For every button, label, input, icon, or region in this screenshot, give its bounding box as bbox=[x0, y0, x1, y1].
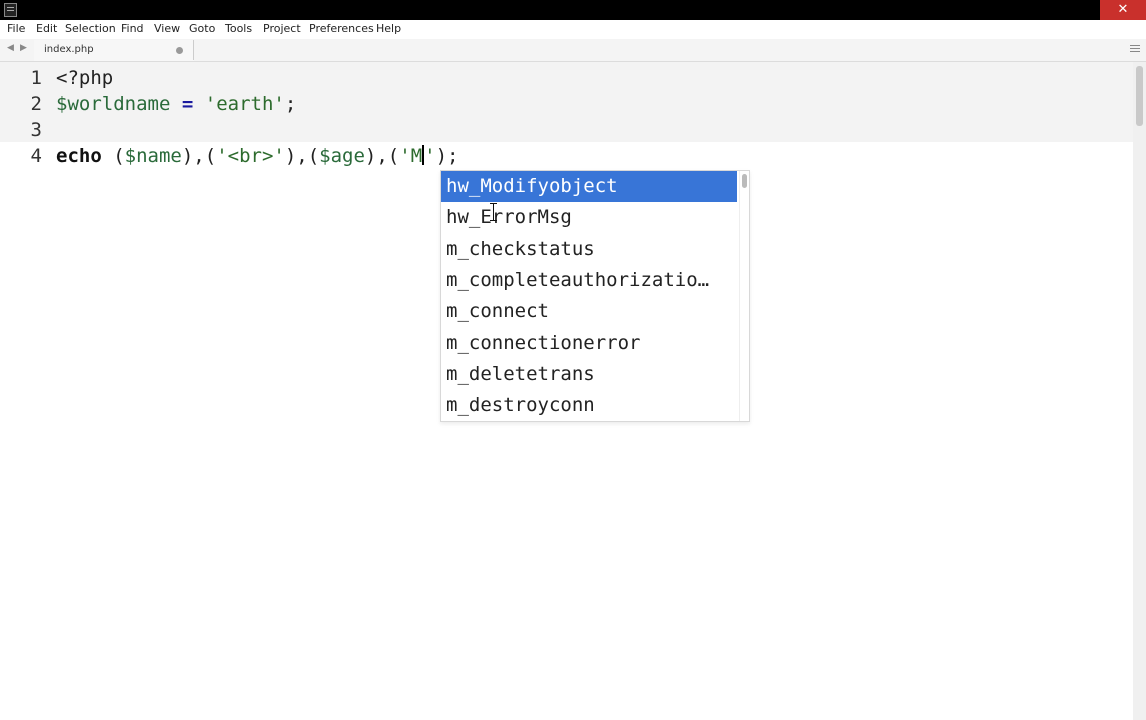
title-bar: ✕ bbox=[0, 0, 1146, 20]
menu-goto[interactable]: Goto bbox=[189, 22, 215, 35]
editor-scrollbar[interactable] bbox=[1133, 62, 1146, 720]
autocomplete-item[interactable]: m_checkstatus bbox=[441, 234, 737, 265]
line-number: 1 bbox=[30, 67, 42, 89]
code-text[interactable]: <?php bbox=[56, 65, 113, 91]
code-token: ),( bbox=[284, 145, 320, 167]
app-icon bbox=[4, 3, 17, 17]
line-number: 3 bbox=[30, 119, 42, 141]
code-token: echo bbox=[56, 145, 102, 167]
menu-project[interactable]: Project bbox=[263, 22, 301, 35]
tab-nav-left-icon[interactable]: ◀ bbox=[7, 43, 14, 53]
code-token: ( bbox=[101, 145, 125, 167]
autocomplete-popup[interactable]: hw_Modifyobject hw_ErrorMsg m_checkstatus m… bbox=[440, 170, 750, 422]
autocomplete-item[interactable]: m_completeauthorizatio… bbox=[441, 265, 737, 296]
autocomplete-scrollbar[interactable] bbox=[739, 171, 749, 421]
code-token: 'earth' bbox=[204, 93, 285, 115]
code-token: <?php bbox=[56, 67, 114, 89]
tab-bar: ◀ ▶ index.php bbox=[0, 39, 1146, 62]
code-line[interactable]: 3 bbox=[0, 117, 1133, 143]
autocomplete-item[interactable]: hw_Modifyobject bbox=[441, 171, 737, 202]
code-token: ); bbox=[435, 145, 459, 167]
autocomplete-item[interactable]: m_connect bbox=[441, 296, 737, 327]
menu-help[interactable]: Help bbox=[376, 22, 401, 35]
window-close-button[interactable]: ✕ bbox=[1100, 0, 1146, 20]
tab-index-php[interactable]: index.php bbox=[34, 40, 194, 61]
code-token: ),( bbox=[181, 145, 217, 167]
code-token: ' bbox=[424, 145, 436, 167]
menu-preferences[interactable]: Preferences bbox=[309, 22, 374, 35]
code-token: ),( bbox=[364, 145, 400, 167]
menu-edit[interactable]: Edit bbox=[36, 22, 57, 35]
menu-find[interactable]: Find bbox=[121, 22, 144, 35]
menu-file[interactable]: File bbox=[7, 22, 25, 35]
autocomplete-item[interactable]: m_deletetrans bbox=[441, 359, 737, 390]
code-line[interactable]: 4 echo ($name),('<br>'),($age),('M '); bbox=[0, 143, 1133, 169]
code-token: ; bbox=[284, 93, 297, 115]
autocomplete-scrollbar-thumb[interactable] bbox=[742, 174, 747, 188]
code-token: $worldname bbox=[56, 93, 171, 115]
editor-scrollbar-thumb[interactable] bbox=[1136, 66, 1143, 126]
tab-label: index.php bbox=[44, 44, 94, 55]
code-token: 'M bbox=[399, 145, 423, 167]
tab-divider bbox=[193, 40, 194, 60]
menu-tools[interactable]: Tools bbox=[225, 22, 252, 35]
panel-menu-icon[interactable] bbox=[1130, 45, 1140, 53]
line-number: 2 bbox=[30, 93, 42, 115]
code-line[interactable]: 1 <?php bbox=[0, 65, 1133, 91]
code-text[interactable]: echo ($name),('<br>'),($age),('M '); bbox=[56, 143, 458, 169]
code-line[interactable]: 2 $worldname = 'earth'; bbox=[0, 91, 1133, 117]
autocomplete-item[interactable]: m_destroyconn bbox=[441, 390, 737, 421]
menu-selection[interactable]: Selection bbox=[65, 22, 116, 35]
line-number: 4 bbox=[30, 145, 42, 167]
code-text[interactable]: $worldname = 'earth'; bbox=[56, 91, 296, 117]
autocomplete-item[interactable]: m_connectionerror bbox=[441, 328, 737, 359]
text-cursor-icon bbox=[490, 203, 497, 221]
code-token: $name bbox=[124, 145, 182, 167]
unsaved-dot-icon[interactable] bbox=[176, 47, 183, 54]
menu-view[interactable]: View bbox=[154, 22, 180, 35]
menu-bar: File Edit Selection Find View Goto Tools… bbox=[0, 20, 1146, 39]
code-token: '<br>' bbox=[216, 145, 285, 167]
autocomplete-item[interactable]: hw_ErrorMsg bbox=[441, 202, 737, 233]
code-token: = bbox=[181, 93, 194, 115]
tab-nav-right-icon[interactable]: ▶ bbox=[20, 43, 27, 53]
code-token: $age bbox=[319, 145, 365, 167]
